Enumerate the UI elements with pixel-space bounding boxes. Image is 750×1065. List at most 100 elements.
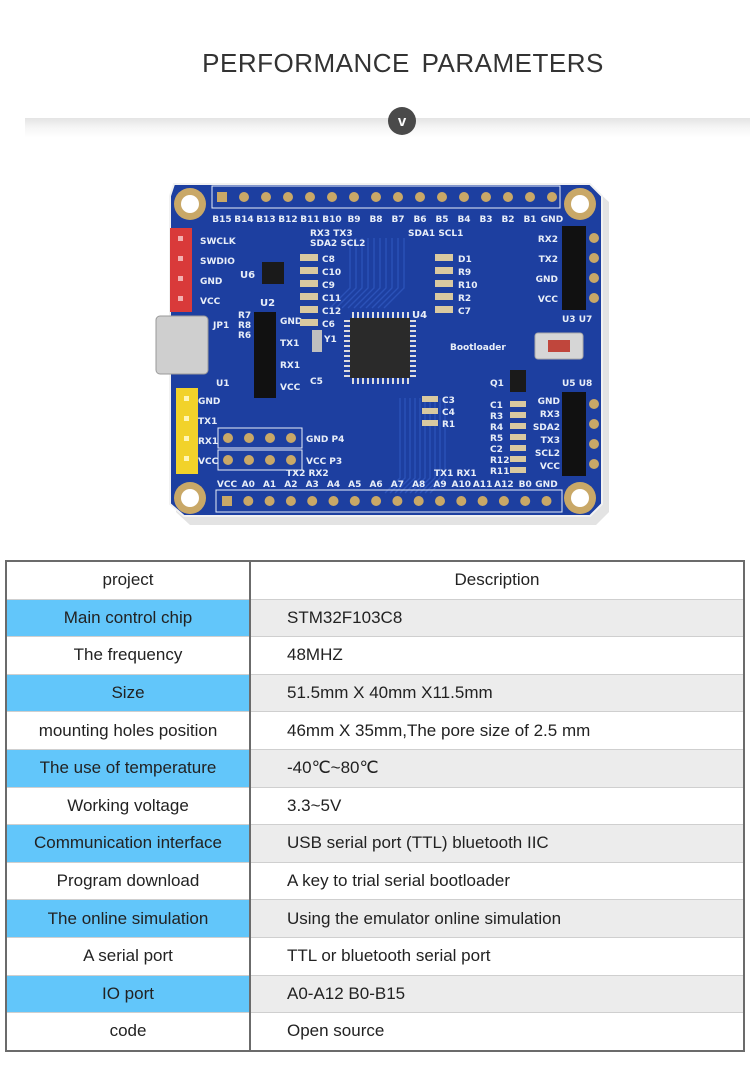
- u3-header: [562, 226, 586, 310]
- ref-label: Q1: [490, 379, 504, 389]
- pin-pad: [371, 192, 381, 202]
- table-row: Working voltage 3.3~5V: [6, 786, 744, 825]
- mcu-pin: [372, 312, 374, 318]
- ref-label: U1: [216, 379, 230, 389]
- u5-label: VCC: [540, 462, 561, 472]
- pin-pad: [265, 433, 275, 443]
- cell-description: 48MHZ: [250, 636, 744, 675]
- pin-pad: [589, 419, 599, 429]
- cell-description: A0-A12 B0-B15: [250, 974, 744, 1013]
- cap-label: C11: [322, 294, 341, 304]
- table-row: code Open source: [6, 1012, 744, 1051]
- cell-project: The online simulation: [6, 899, 251, 938]
- bottom-pin-label: A10: [452, 480, 472, 490]
- q1-transistor: [510, 370, 526, 392]
- mcu-pin: [344, 345, 350, 347]
- bottom-pin-label: A12: [494, 480, 514, 490]
- component: [510, 467, 526, 473]
- bottom-pin-label: A3: [306, 480, 319, 490]
- mcu-pin: [344, 355, 350, 357]
- swd-label: SWDIO: [200, 257, 235, 267]
- bottom-pin-label: A5: [348, 480, 361, 490]
- pin-pad: [264, 496, 275, 506]
- component: [435, 267, 453, 274]
- ref-label: JP1: [212, 321, 229, 331]
- bottom-pin-label: A4: [327, 480, 340, 490]
- cap-label: C12: [322, 307, 341, 317]
- part-label: C1: [490, 401, 503, 411]
- part-label: R10: [458, 281, 477, 291]
- mcu-pin: [410, 345, 416, 347]
- component: [435, 254, 453, 261]
- component: [435, 280, 453, 287]
- ref-label: U4: [412, 310, 427, 321]
- mcu-pin: [362, 312, 364, 318]
- top-pin-label: B2: [501, 215, 514, 225]
- top-pin-label: B9: [347, 215, 360, 225]
- part-label: R11: [490, 467, 509, 477]
- bottom-pin-label: A1: [263, 480, 276, 490]
- column-header-project: project: [6, 560, 251, 600]
- top-pin-label: B15: [212, 215, 231, 225]
- part-label: R1: [442, 420, 455, 430]
- header-pin: [184, 416, 189, 421]
- u5-header: [562, 392, 586, 476]
- pin-pad: [393, 192, 403, 202]
- header-pin: [178, 236, 183, 241]
- power-label: VCC P3: [306, 457, 342, 467]
- mcu-pin: [402, 378, 404, 384]
- pin-pad: [349, 192, 359, 202]
- mcu-pin: [410, 360, 416, 362]
- pin-pad: [371, 496, 382, 506]
- capacitor: [300, 293, 318, 300]
- mcu-pin: [344, 335, 350, 337]
- capacitor: [300, 306, 318, 313]
- mcu-pin: [344, 320, 350, 322]
- bottom-pin-label: A8: [412, 480, 425, 490]
- part-label: R12: [490, 456, 509, 466]
- cell-description: STM32F103C8: [250, 598, 744, 637]
- pin-pad: [244, 455, 254, 465]
- pin-pad: [525, 192, 535, 202]
- u2-label: TX1: [280, 339, 299, 349]
- pin-pad: [589, 233, 599, 243]
- top-pin-label: B8: [369, 215, 382, 225]
- bottom-pin-label: VCC: [217, 480, 238, 490]
- pin-pad: [239, 192, 249, 202]
- part-label: R9: [458, 268, 471, 278]
- pin-pad: [328, 496, 339, 506]
- pin-pad: [286, 455, 296, 465]
- part-label: C3: [442, 396, 455, 406]
- top-pin-label: B13: [256, 215, 275, 225]
- mcu-pin: [357, 312, 359, 318]
- pin-pad: [265, 455, 275, 465]
- swd-label: VCC: [200, 297, 221, 307]
- bottom-pin-label: A6: [369, 480, 382, 490]
- pin-pad: [437, 192, 447, 202]
- uart-label: TX1: [198, 417, 217, 427]
- u2-label: VCC: [280, 383, 301, 393]
- cell-description: TTL or bluetooth serial port: [250, 936, 744, 976]
- header-pin: [184, 396, 189, 401]
- mounting-hole-center: [181, 195, 199, 213]
- mcu-pin: [344, 350, 350, 352]
- pin-pad: [520, 496, 531, 506]
- pin-pad: [456, 496, 467, 506]
- pin-pad: [589, 273, 599, 283]
- cell-project: Main control chip: [6, 598, 251, 637]
- mcu-pin: [377, 312, 379, 318]
- table-row: Communication interface USB serial port (…: [6, 824, 744, 863]
- capacitor: [300, 319, 318, 326]
- bottom-pin-label: GND: [535, 480, 557, 490]
- component: [510, 412, 526, 418]
- mcu-pin: [344, 365, 350, 367]
- mcu-pin: [344, 370, 350, 372]
- bootloader-label: Bootloader: [450, 343, 506, 353]
- cell-project: Communication interface: [6, 824, 251, 863]
- pin-pad: [435, 496, 445, 506]
- component: [510, 434, 526, 440]
- component: [422, 396, 438, 402]
- page-title: PERFORMANCE PARAMETERS: [202, 48, 604, 78]
- header-pin: [184, 456, 189, 461]
- mcu-pin: [410, 375, 416, 377]
